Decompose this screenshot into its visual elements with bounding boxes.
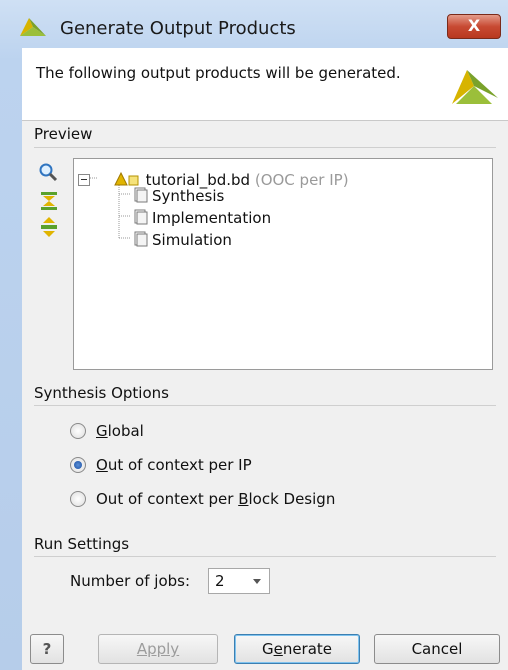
tree-item-simulation[interactable]: Simulation <box>132 229 232 249</box>
dialog-body: The following output products will be ge… <box>22 48 508 670</box>
vivado-logo-icon <box>20 18 46 40</box>
dialog-window: Generate Output Products X The following… <box>0 0 508 670</box>
jobs-label: Number of jobs: <box>70 572 191 590</box>
preview-label: Preview <box>34 125 93 143</box>
title-bar[interactable]: Generate Output Products X <box>0 0 508 50</box>
chevron-down-icon <box>253 579 261 584</box>
tree-item-label: Implementation <box>152 209 272 227</box>
radio-label: Out of context per Block Design <box>96 490 336 508</box>
apply-button[interactable]: Apply <box>98 634 218 664</box>
jobs-dropdown[interactable]: 2 <box>208 568 270 594</box>
tree-item-label: Synthesis <box>152 187 225 205</box>
tree-root-note: (OOC per IP) <box>254 171 349 189</box>
vivado-logo-icon <box>452 68 498 108</box>
close-button[interactable]: X <box>447 14 501 39</box>
run-settings-divider <box>34 556 496 557</box>
cancel-button[interactable]: Cancel <box>374 634 500 664</box>
radio-global[interactable]: Global <box>70 420 144 442</box>
document-icon <box>132 209 148 229</box>
document-icon <box>132 187 148 207</box>
radio-button-selected[interactable] <box>70 457 86 473</box>
radio-label: Out of context per IP <box>96 456 252 474</box>
collapse-all-icon[interactable] <box>38 190 60 212</box>
collapse-toggle-icon[interactable] <box>78 174 90 186</box>
search-icon[interactable] <box>38 162 60 184</box>
radio-ooc-per-ip[interactable]: Out of context per IP <box>70 454 252 476</box>
help-button[interactable]: ? <box>30 634 64 664</box>
run-settings-label: Run Settings <box>34 535 130 553</box>
preview-tree[interactable]: tutorial_bd.bd (OOC per IP) Synthesis Im… <box>73 158 493 370</box>
radio-label: Global <box>96 422 144 440</box>
radio-ooc-per-block-design[interactable]: Out of context per Block Design <box>70 488 335 510</box>
tree-item-synthesis[interactable]: Synthesis <box>132 185 224 205</box>
radio-button[interactable] <box>70 491 86 507</box>
radio-button[interactable] <box>70 423 86 439</box>
expand-all-icon[interactable] <box>38 216 60 238</box>
generate-button[interactable]: Generate <box>234 634 360 664</box>
jobs-value: 2 <box>215 572 225 590</box>
window-title: Generate Output Products <box>60 18 296 39</box>
banner: The following output products will be ge… <box>22 48 508 121</box>
preview-divider <box>34 147 496 148</box>
synthesis-options-divider <box>34 405 496 406</box>
synthesis-options-label: Synthesis Options <box>34 384 169 402</box>
tree-item-label: Simulation <box>152 231 232 249</box>
banner-text: The following output products will be ge… <box>36 64 401 82</box>
document-icon <box>132 231 148 251</box>
tree-item-implementation[interactable]: Implementation <box>132 207 271 227</box>
